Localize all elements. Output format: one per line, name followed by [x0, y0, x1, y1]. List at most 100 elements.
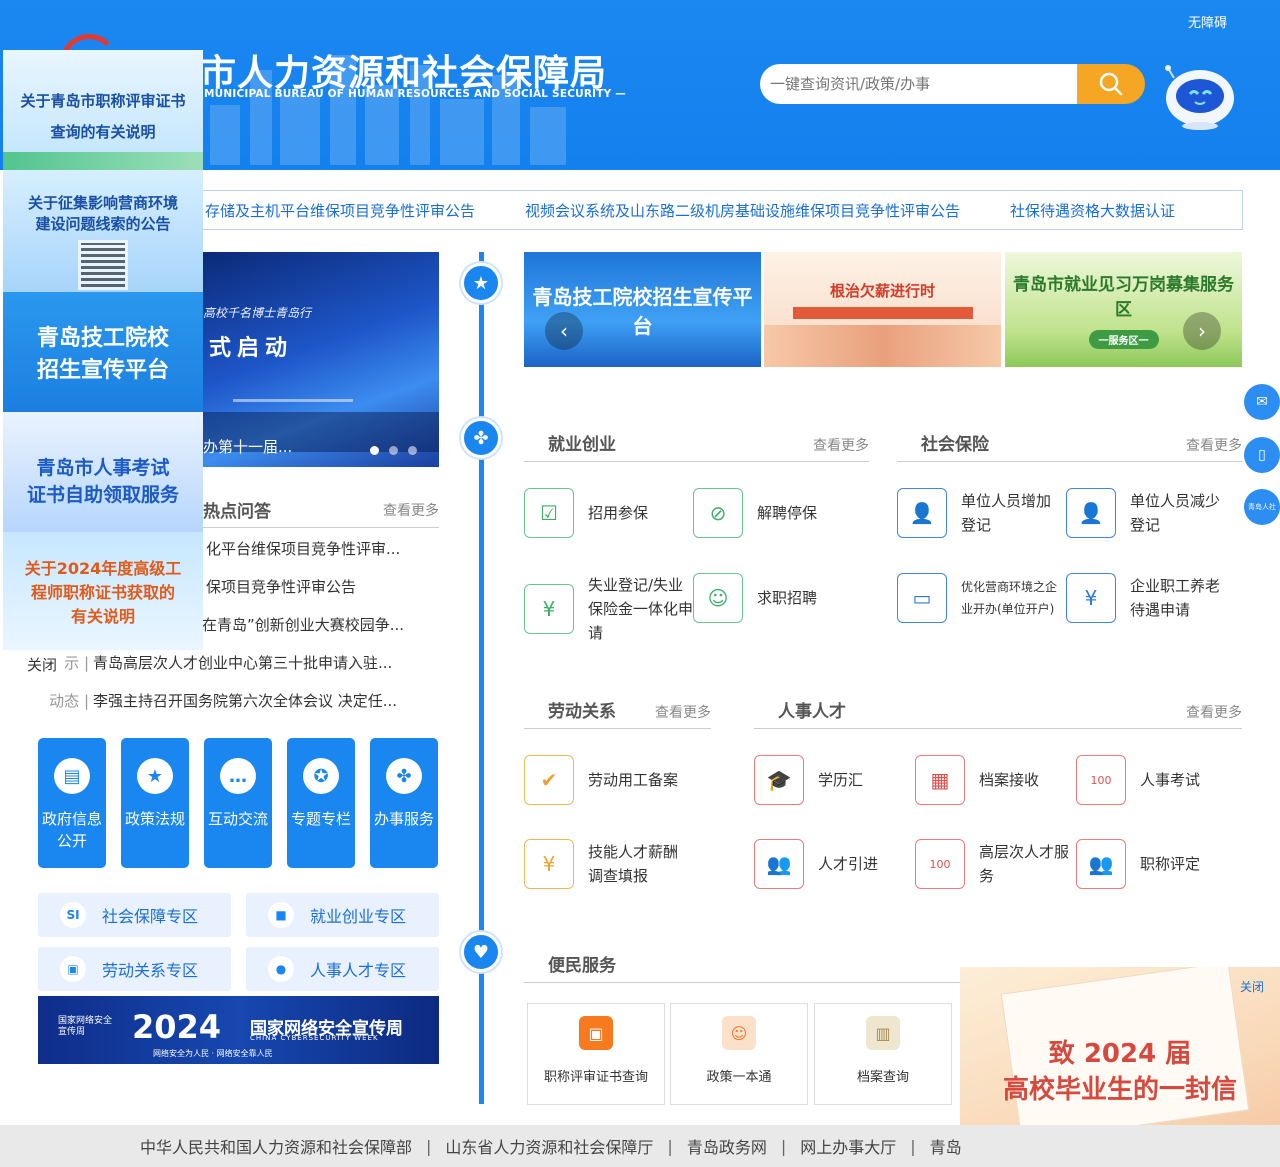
popup-line1: 致 2024 届	[1048, 1039, 1192, 1069]
service-degree[interactable]: 🎓 学历汇	[754, 755, 904, 805]
service-talent-intro[interactable]: 👥 人才引进	[754, 839, 904, 889]
popup-close-button[interactable]: 关闭	[1240, 978, 1264, 995]
footer-link[interactable]: 中华人民共和国人力资源和社会保障部	[140, 1134, 412, 1158]
service-recruit-insure[interactable]: ☑ 招用参保	[524, 488, 689, 538]
zone-employment[interactable]: ■ 就业创业专区	[246, 893, 439, 937]
si-icon: SI	[60, 902, 86, 928]
service-archive-query[interactable]: ▥ 档案查询	[814, 1003, 952, 1105]
service-personnel-exam[interactable]: 100 人事考试	[1076, 755, 1226, 805]
search-button[interactable]	[1077, 64, 1145, 104]
policy-button[interactable]: ★ 政策法规	[121, 738, 189, 868]
banner-technical-school[interactable]: 青岛技工院校招生宣传平台	[524, 252, 761, 367]
services-button[interactable]: ✤ 办事服务	[370, 738, 438, 868]
talent-header: 人事人才 查看更多	[754, 695, 1242, 729]
service-labor-record[interactable]: ✔ 劳动用工备案	[524, 755, 724, 805]
cyber-slogan: 网络安全为人民 · 网络安全靠人民	[153, 1049, 273, 1058]
carousel-prev-arrow[interactable]: ‹	[545, 312, 583, 350]
site-subtitle: MUNICIPAL BUREAU OF HUMAN RESOURCES AND …	[204, 88, 626, 100]
service-dismiss-stop[interactable]: ⊘ 解聘停保	[693, 488, 858, 538]
list-item[interactable]: 动态 | 李强主持召开国务院第六次全体会议 决定任...	[27, 682, 447, 720]
service-certificate-query[interactable]: ▣ 职称评审证书查询	[527, 1003, 665, 1105]
ticker-item[interactable]: 社保待遇资格大数据认证	[1010, 200, 1175, 221]
search-icon	[1099, 72, 1123, 96]
talent-more-link[interactable]: 查看更多	[1186, 702, 1242, 722]
carousel-caption[interactable]: 办第十一届...	[203, 436, 292, 457]
labor-more-link[interactable]: 查看更多	[655, 702, 711, 722]
service-archive-receive[interactable]: ▦ 档案接收	[915, 755, 1065, 805]
mobile-icon[interactable]: ▯	[1244, 437, 1280, 473]
zone-social-security[interactable]: SI 社会保障专区	[38, 893, 231, 937]
service-job-seeking[interactable]: ☺ 求职招聘	[693, 573, 858, 623]
service-skill-salary[interactable]: ¥ 技能人才薪酬调查填报	[524, 839, 724, 889]
service-staff-add[interactable]: 👤 单位人员增加登记	[897, 488, 1065, 538]
close-ad-button[interactable]: 关闭	[27, 654, 57, 675]
carousel-banner-line1: 高校千名博士青岛行	[203, 306, 312, 320]
banner-internship[interactable]: 青岛市就业见习万岗募集服务区 一服务区一	[1005, 252, 1242, 367]
ad-business-environment[interactable]: 关于征集影响营商环境 建设问题线索的公告	[3, 170, 203, 292]
timeline-line	[479, 252, 484, 1104]
zone-labor[interactable]: ▣ 劳动关系专区	[38, 947, 231, 991]
service-unemployment[interactable]: ¥ 失业登记/失业保险金一体化申请	[524, 573, 694, 645]
main-news-carousel[interactable]: 高校千名博士青岛行 式启动 办第十一届...	[203, 252, 439, 467]
ad-senior-engineer[interactable]: 关于2024年度高级工 程师职称证书获取的 有关说明	[3, 532, 203, 650]
employment-title: 就业创业	[548, 435, 616, 455]
social-insurance-title: 社会保险	[921, 435, 989, 455]
box-yuan-icon: ¥	[524, 839, 574, 889]
hot-qa-title: 热点问答	[203, 502, 271, 522]
footer-link[interactable]: 山东省人力资源和社会保障厅	[445, 1134, 653, 1158]
topics-button[interactable]: ✪ 专题专栏	[287, 738, 355, 868]
carousel-next-arrow[interactable]: ›	[1183, 312, 1221, 350]
unlink-icon: ⊘	[693, 488, 743, 538]
ad-exam-certificate[interactable]: 青岛市人事考试 证书自助领取服务	[3, 412, 203, 532]
employment-more-link[interactable]: 查看更多	[813, 435, 869, 455]
convenience-header: 便民服务	[524, 949, 964, 983]
bookmark-icon: ★	[137, 758, 173, 794]
main-nav-buttons: ▤ 政府信息公开 ★ 政策法规 … 互动交流 ✪ 专题专栏 ✤ 办事服务	[38, 738, 438, 868]
gov-info-button[interactable]: ▤ 政府信息公开	[38, 738, 106, 868]
banner-wage-arrears[interactable]: 根治欠薪进行时	[764, 252, 1001, 367]
grid-icon: ✤	[386, 758, 422, 794]
cybersecurity-week-banner[interactable]: 国家网络安全宣传周 2024 国家网络安全宣传周 CHINA CYBERSECU…	[38, 996, 439, 1064]
service-policy-book[interactable]: ☺ 政策一本通	[670, 1003, 808, 1105]
ad-title-certificate[interactable]: 关于青岛市职称评审证书 查询的有关说明	[3, 50, 203, 170]
qr-code-icon	[78, 240, 128, 290]
carousel-dot[interactable]	[389, 446, 398, 455]
footer-link[interactable]: 青岛政务网	[687, 1134, 767, 1158]
footer-link[interactable]: 网上办事大厅	[800, 1134, 896, 1158]
person-search-icon: ☺	[693, 573, 743, 623]
policy-icon: ☺	[722, 1016, 756, 1050]
ticker-item[interactable]: 视频会议系统及山东路二级机房基础设施维保项目竞争性评审公告	[525, 200, 960, 221]
cyber-org-label: 国家网络安全宣传周	[58, 1016, 113, 1037]
talent-title: 人事人才	[778, 702, 846, 722]
wechat-icon[interactable]: ✉	[1244, 384, 1280, 420]
ticker-item[interactable]: 存储及主机平台维保项目竞争性评审公告	[205, 200, 475, 221]
robot-assistant-icon[interactable]	[1160, 62, 1240, 130]
hot-qa-more-link[interactable]: 查看更多	[383, 500, 439, 520]
interaction-button[interactable]: … 互动交流	[204, 738, 272, 868]
document-icon: ▤	[54, 758, 90, 794]
archive-icon: ▥	[866, 1016, 900, 1050]
social-insurance-header: 社会保险 查看更多	[897, 428, 1242, 462]
carousel-dot[interactable]	[370, 446, 379, 455]
service-high-talent[interactable]: 100 高层次人才服务	[915, 839, 1075, 889]
service-pension[interactable]: ¥ 企业职工养老待遇申请	[1066, 573, 1234, 623]
zone-talent[interactable]: ● 人事人才专区	[246, 947, 439, 991]
carousel-banner-line2: 式启动	[209, 336, 294, 361]
search-input[interactable]	[760, 64, 1078, 104]
badge-icon: ▣	[60, 956, 86, 982]
people-icon: 👥	[1076, 839, 1126, 889]
service-title-evaluation[interactable]: 👥 职称评定	[1076, 839, 1226, 889]
person-icon: ●	[268, 956, 294, 982]
accessibility-link[interactable]: 无障碍	[1188, 12, 1227, 31]
social-insurance-more-link[interactable]: 查看更多	[1186, 435, 1242, 455]
timeline-heart-icon: ♥	[461, 932, 501, 972]
carousel-dot[interactable]	[408, 446, 417, 455]
labor-title: 劳动关系	[548, 702, 616, 722]
service-staff-reduce[interactable]: 👤 单位人员减少登记	[1066, 488, 1234, 538]
app-icon[interactable]: 青岛人社	[1244, 489, 1280, 525]
ad-technical-school[interactable]: 青岛技工院校 招生宣传平台	[3, 292, 203, 412]
footer-link[interactable]: 青岛	[930, 1134, 962, 1158]
hot-qa-header: 热点问答 查看更多	[203, 494, 439, 528]
money-bag-icon: ¥	[1066, 573, 1116, 623]
service-enterprise-open[interactable]: ▭ 优化营商环境之企业开办(单位开户)	[897, 573, 1065, 623]
